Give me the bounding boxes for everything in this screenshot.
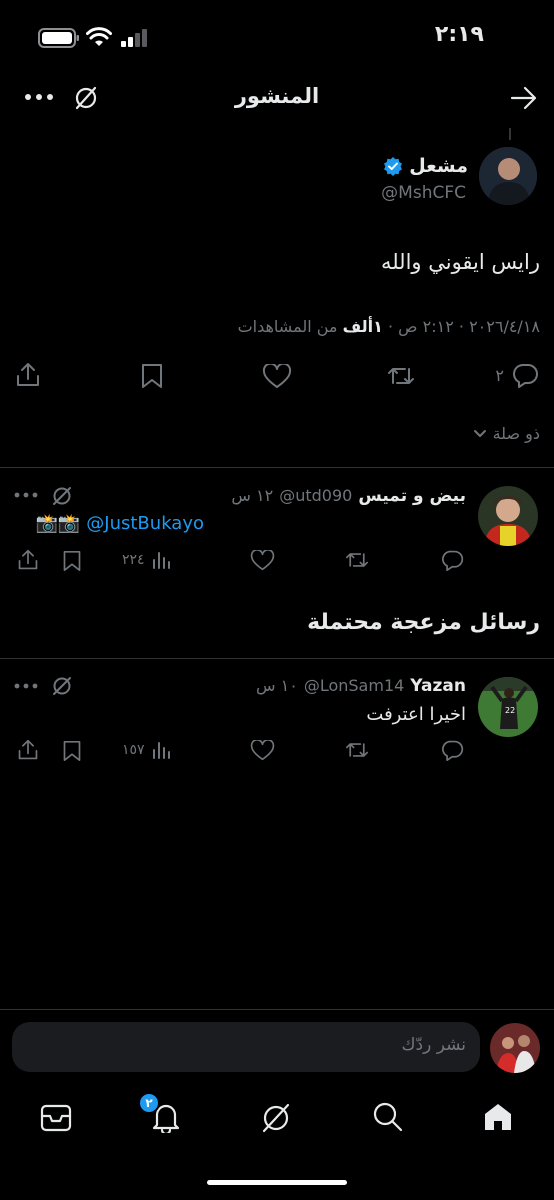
analytics-icon — [151, 550, 171, 570]
nav-messages-icon[interactable] — [40, 1104, 72, 1132]
views-count[interactable]: ١ألف — [343, 317, 383, 336]
avatar[interactable] — [478, 486, 538, 546]
like-button[interactable] — [262, 364, 292, 390]
views-count: ١٥٧ — [122, 742, 145, 758]
post-meta: ٢٠٢٦/٤/١٨ · ٢:١٢ ص · ١ألف من المشاهدات — [238, 317, 540, 336]
battery-icon — [38, 28, 80, 48]
reply-text: 📸📸 @JustBukayo — [35, 513, 204, 534]
reply-icon — [442, 550, 464, 571]
author-name: مشعل — [409, 155, 468, 177]
views-label: من المشاهدات — [237, 317, 338, 336]
more-options-icon[interactable] — [14, 681, 38, 691]
like-button[interactable] — [250, 740, 275, 762]
meta-separator: · — [458, 317, 464, 336]
home-indicator — [207, 1180, 347, 1185]
bookmark-icon — [63, 740, 81, 761]
avatar[interactable] — [490, 1023, 540, 1073]
related-sort[interactable]: ذو صلة — [473, 424, 540, 443]
repost-icon — [346, 553, 369, 567]
share-icon — [17, 363, 39, 386]
reply-header: بيض و تميس @utd090 ١٢ س — [231, 486, 466, 506]
heart-icon — [250, 550, 275, 571]
post-text: رايس ايقوني والله — [380, 250, 540, 274]
repost-icon — [388, 368, 414, 384]
nav-grok-icon[interactable] — [259, 1101, 293, 1135]
avatar[interactable]: 22 — [478, 677, 538, 737]
notification-badge: ٢ — [138, 1092, 160, 1114]
back-arrow-icon[interactable] — [510, 86, 538, 110]
composer-placeholder: نشر ردّك — [401, 1035, 466, 1055]
wifi-icon — [86, 27, 112, 47]
mention-link[interactable]: @JustBukayo — [86, 513, 204, 534]
thread-line — [509, 128, 511, 140]
grok-icon[interactable] — [50, 484, 74, 508]
repost-button[interactable] — [386, 363, 416, 389]
meta-separator: · — [387, 317, 394, 336]
cellular-signal-icon — [120, 29, 150, 47]
author-handle[interactable]: @utd090 — [279, 486, 352, 505]
reply-button[interactable] — [441, 739, 465, 761]
heart-icon — [262, 364, 292, 388]
views-button[interactable]: ٢٢٤ — [122, 550, 171, 570]
status-time: ٢:١٩ — [434, 22, 484, 47]
views-count: ٢٢٤ — [122, 552, 145, 568]
bookmark-icon — [63, 550, 81, 571]
section-title: رسائل مزعجة محتملة — [307, 610, 540, 635]
share-icon — [18, 739, 38, 760]
reply-icon — [512, 362, 540, 388]
nav-search-icon[interactable] — [372, 1101, 404, 1133]
reply-button[interactable] — [441, 549, 465, 571]
reply-count: ٢ — [495, 365, 504, 385]
badge-count: ٢ — [145, 1096, 153, 1110]
chevron-down-icon — [473, 429, 487, 439]
share-button[interactable] — [15, 362, 41, 388]
analytics-icon — [151, 740, 171, 760]
repost-icon — [346, 743, 369, 757]
post-time: ١٢ س — [231, 486, 274, 505]
share-button[interactable] — [17, 739, 39, 761]
divider — [0, 1009, 554, 1010]
share-button[interactable] — [17, 549, 39, 571]
more-options-icon[interactable] — [14, 490, 38, 500]
reply-icon — [442, 740, 464, 761]
bookmark-button[interactable] — [62, 740, 82, 762]
grok-icon[interactable] — [50, 674, 74, 698]
bookmark-icon — [142, 364, 162, 388]
divider — [0, 467, 554, 468]
bookmark-button[interactable] — [62, 550, 82, 572]
reply-header: Yazan @LonSam14 ١٠ س — [256, 676, 466, 696]
reply-composer-input[interactable]: نشر ردّك — [12, 1022, 480, 1072]
heart-icon — [250, 740, 275, 761]
repost-button[interactable] — [344, 739, 370, 761]
nav-home-icon[interactable] — [482, 1101, 514, 1133]
post-time: ١٠ س — [256, 676, 298, 695]
related-label: ذو صلة — [492, 424, 540, 443]
post-date: ٢٠٢٦/٤/١٨ — [469, 317, 540, 336]
bookmark-button[interactable] — [140, 363, 164, 389]
share-icon — [18, 549, 38, 570]
author-handle[interactable]: @MshCFC — [381, 183, 466, 203]
reply-button[interactable]: ٢ — [495, 362, 540, 388]
repost-button[interactable] — [344, 549, 370, 571]
reply-text: اخيرا اعترفت — [366, 704, 466, 725]
divider — [0, 658, 554, 659]
author-name[interactable]: Yazan — [410, 676, 466, 696]
post-time: ٢:١٢ ص — [398, 317, 454, 336]
author-handle[interactable]: @LonSam14 — [304, 676, 404, 695]
views-button[interactable]: ١٥٧ — [122, 740, 171, 760]
avatar[interactable] — [479, 147, 537, 205]
like-button[interactable] — [250, 550, 275, 572]
emoji-text: 📸📸 — [35, 513, 81, 534]
page-title: المنشور — [234, 84, 320, 108]
svg-text:22: 22 — [505, 706, 515, 715]
author-name[interactable]: بيض و تميس — [358, 486, 466, 506]
post-author[interactable]: مشعل — [383, 155, 468, 177]
verified-badge-icon — [383, 156, 403, 176]
